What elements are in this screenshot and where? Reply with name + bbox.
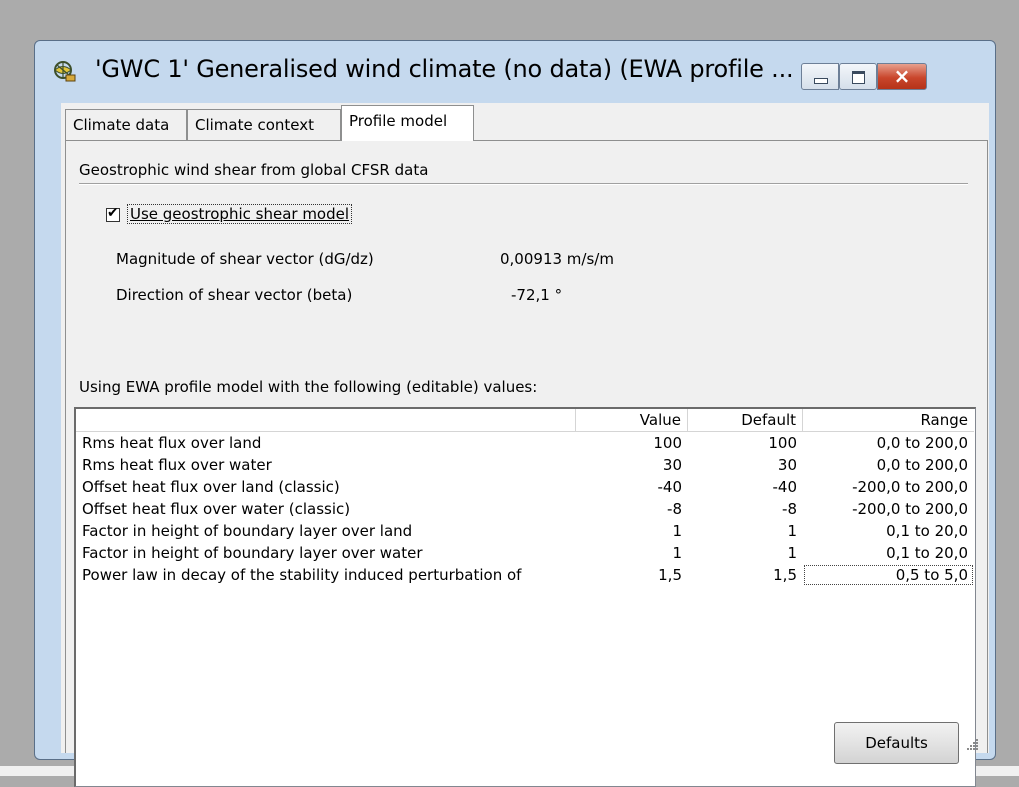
row-value[interactable]: -40 <box>576 476 688 498</box>
row-default: 1 <box>787 522 797 540</box>
direction-value: -72,1 ° <box>511 286 563 304</box>
row-name: Offset heat flux over land (classic) <box>82 478 340 496</box>
row-value[interactable]: 1,5 <box>576 564 688 586</box>
row-range: 0,0 to 200,0 <box>876 434 968 452</box>
row-default: 100 <box>768 434 797 452</box>
dialog-window: 'GWC 1' Generalised wind climate (no dat… <box>34 40 996 787</box>
group-title: Geostrophic wind shear from global CFSR … <box>79 161 429 179</box>
row-name: Offset heat flux over water (classic) <box>82 500 351 518</box>
row-name: Factor in height of boundary layer over … <box>82 522 413 540</box>
column-header-value[interactable]: Value <box>576 409 688 431</box>
minimize-icon <box>814 78 828 84</box>
profile-model-panel: Geostrophic wind shear from global CFSR … <box>65 140 988 787</box>
table-row[interactable]: Offset heat flux over water (classic) -8… <box>76 498 974 520</box>
column-header-range[interactable]: Range <box>803 409 974 431</box>
close-button[interactable]: × <box>877 63 927 90</box>
maximize-button[interactable] <box>839 63 877 90</box>
close-icon: × <box>893 64 911 88</box>
row-value[interactable]: 100 <box>576 432 688 454</box>
minimize-button[interactable] <box>801 63 839 90</box>
table-row[interactable]: Factor in height of boundary layer over … <box>76 520 974 542</box>
row-name: Power law in decay of the stability indu… <box>82 566 522 584</box>
row-range: -200,0 to 200,0 <box>852 478 968 496</box>
row-default: -8 <box>782 500 797 518</box>
row-name: Rms heat flux over water <box>82 456 272 474</box>
row-name: Factor in height of boundary layer over … <box>82 544 423 562</box>
magnitude-value: 0,00913 m/s/m <box>500 250 614 268</box>
resize-grip-icon[interactable] <box>965 737 979 751</box>
row-range: -200,0 to 200,0 <box>852 500 968 518</box>
row-default: 30 <box>777 456 797 474</box>
table-row[interactable]: Rms heat flux over land 100 100 0,0 to 2… <box>76 432 974 454</box>
tab-climate-context[interactable]: Climate context <box>187 109 341 140</box>
row-value[interactable]: -8 <box>576 498 688 520</box>
direction-label: Direction of shear vector (beta) <box>116 286 353 304</box>
table-row[interactable]: Power law in decay of the stability indu… <box>76 564 974 586</box>
group-divider <box>79 183 968 185</box>
app-icon <box>52 60 76 82</box>
column-header-default[interactable]: Default <box>688 409 803 431</box>
row-default: 1,5 <box>773 566 797 584</box>
dialog-client-area: Climate data Climate context Profile mod… <box>61 103 989 787</box>
row-name: Rms heat flux over land <box>82 434 262 452</box>
table-row[interactable]: Factor in height of boundary layer over … <box>76 542 974 564</box>
table-row[interactable]: Offset heat flux over land (classic) -40… <box>76 476 974 498</box>
tab-climate-data[interactable]: Climate data <box>65 109 187 140</box>
defaults-button[interactable]: Defaults <box>834 722 959 764</box>
list-header: Value Default Range <box>76 409 974 432</box>
row-range: 0,1 to 20,0 <box>886 522 968 540</box>
table-row[interactable]: Rms heat flux over water 30 30 0,0 to 20… <box>76 454 974 476</box>
row-range: 0,0 to 200,0 <box>876 456 968 474</box>
row-range: 0,1 to 20,0 <box>886 544 968 562</box>
maximize-icon <box>852 71 865 84</box>
window-title: 'GWC 1' Generalised wind climate (no dat… <box>95 55 794 83</box>
magnitude-label: Magnitude of shear vector (dG/dz) <box>116 250 374 268</box>
checkmark-icon: ✔ <box>107 205 119 221</box>
list-caption: Using EWA profile model with the followi… <box>79 378 538 396</box>
use-shear-model-checkbox[interactable]: ✔ <box>106 205 120 222</box>
row-value[interactable]: 1 <box>576 520 688 542</box>
row-value[interactable]: 30 <box>576 454 688 476</box>
column-header-name[interactable] <box>76 409 576 431</box>
row-default: 1 <box>787 544 797 562</box>
row-default: -40 <box>772 478 798 496</box>
tab-profile-model[interactable]: Profile model <box>341 105 474 141</box>
row-value[interactable]: 1 <box>576 542 688 564</box>
row-range: 0,5 to 5,0 <box>803 564 974 586</box>
use-shear-model-label[interactable]: Use geostrophic shear model <box>126 204 353 224</box>
